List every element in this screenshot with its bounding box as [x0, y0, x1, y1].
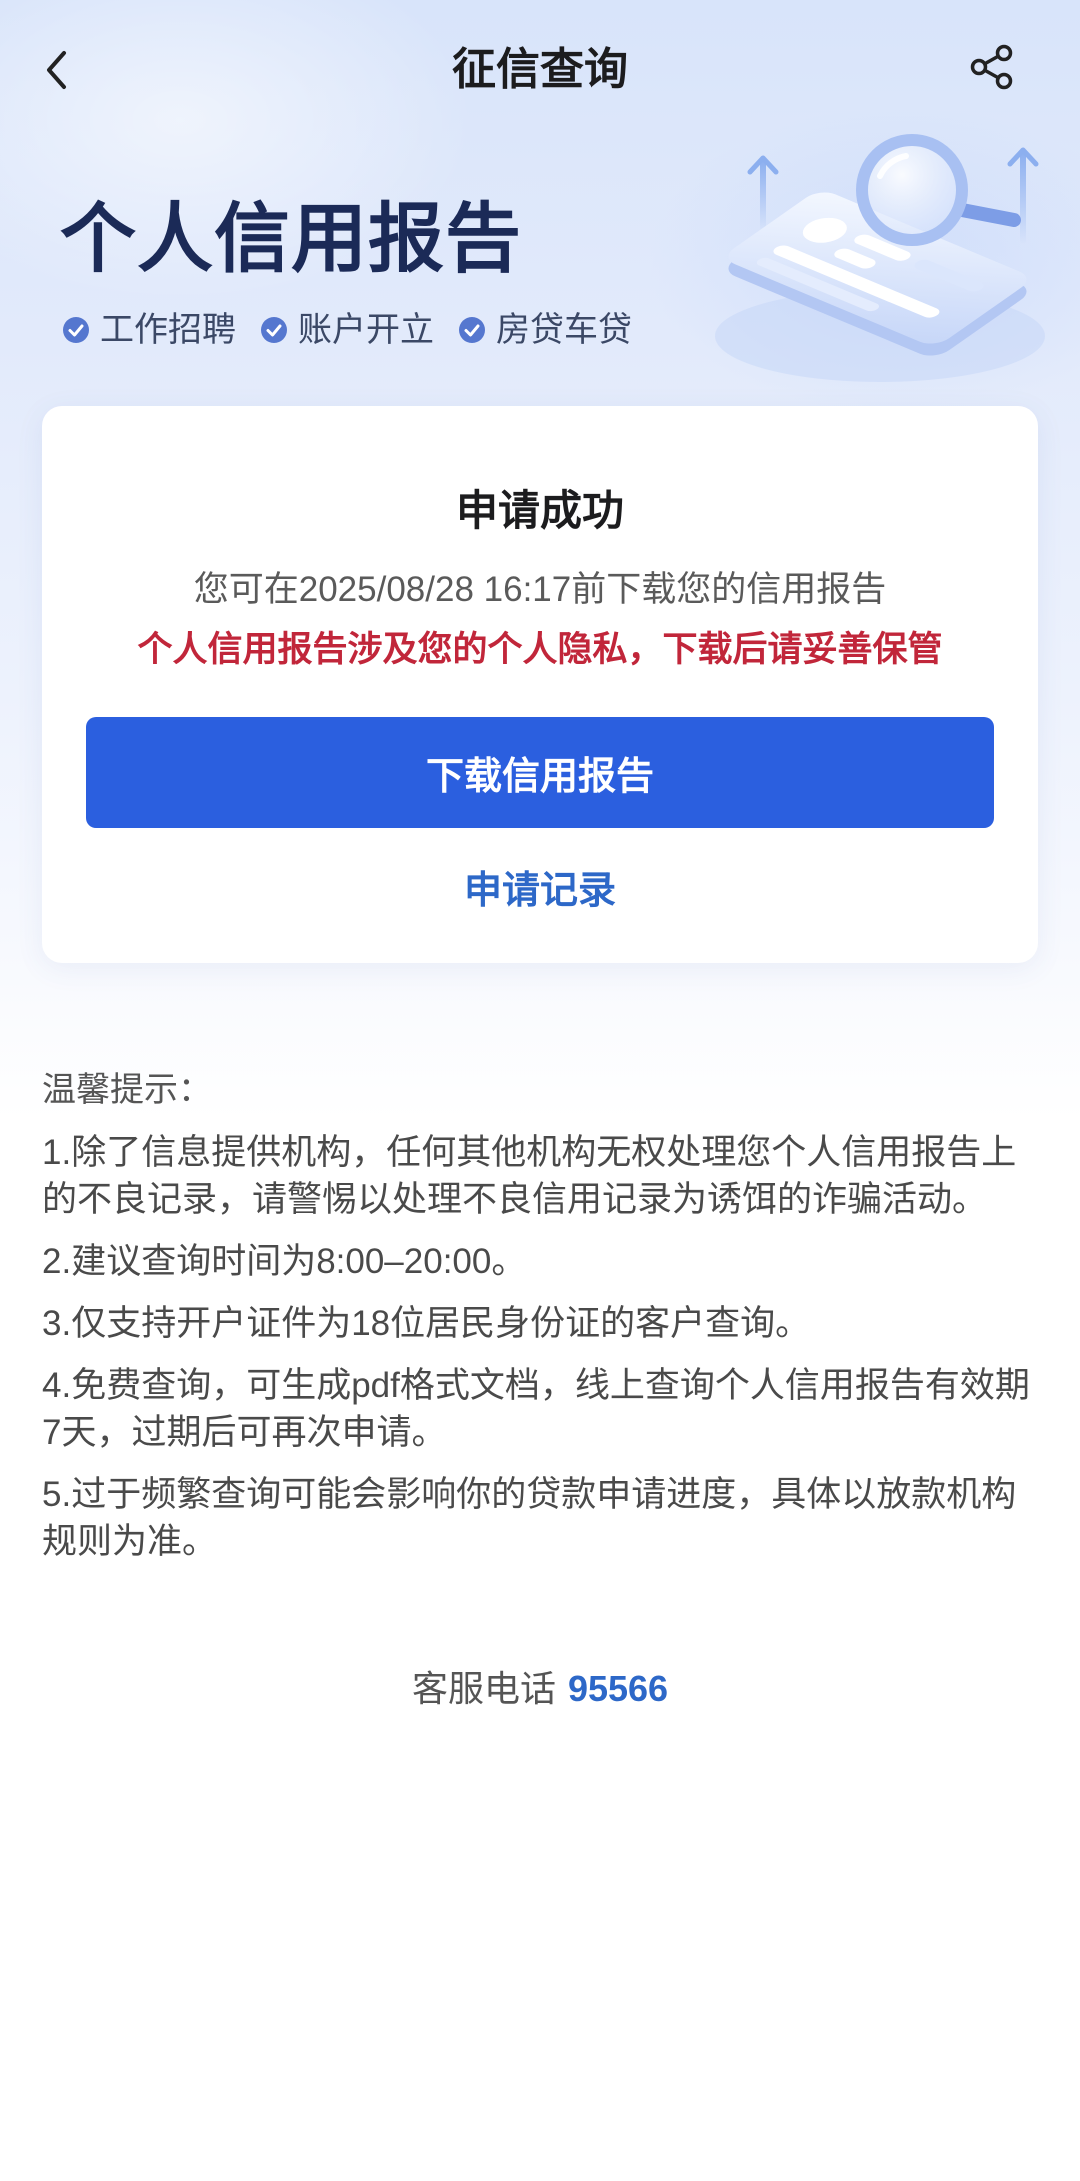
- credit-report-magnifier-illustration: [715, 134, 1045, 382]
- share-button[interactable]: [966, 41, 1018, 93]
- nav-bar: 征信查询: [0, 0, 1080, 140]
- tip-item: 4.免费查询，可生成pdf格式文档，线上查询个人信用报告有效期7天，过期后可再次…: [42, 1366, 1030, 1452]
- tip-item: 5.过于频繁查询可能会影响你的贷款申请进度，具体以放款机构规则为准。: [42, 1475, 1017, 1561]
- tip-item: 3.仅支持开户证件为18位居民身份证的客户查询。: [42, 1304, 811, 1343]
- tag-label: 账户开立: [298, 311, 434, 349]
- download-deadline-text: 您可在2025/08/28 16:17前下载您的信用报告: [193, 570, 887, 609]
- tag-loan: 房贷车贷: [458, 306, 632, 354]
- tips-heading: 温馨提示：: [42, 1071, 212, 1109]
- records-link-wrap: 申请记录: [42, 863, 1038, 919]
- report-heading: 个人信用报告: [60, 197, 522, 282]
- up-arrow-icon: [747, 155, 779, 232]
- check-circle-icon: [63, 317, 89, 343]
- tag-label: 工作招聘: [100, 311, 236, 349]
- service-label: 客服电话: [411, 1668, 556, 1709]
- up-arrow-icon: [1007, 147, 1039, 244]
- tag-job: 工作招聘: [62, 306, 236, 354]
- magnifier-icon: [856, 134, 1021, 246]
- status-title: 申请成功: [455, 487, 624, 534]
- customer-service: 客服电话 95566: [0, 1665, 1080, 1713]
- feature-tags: 工作招聘 账户开立 房贷车贷: [62, 306, 656, 354]
- tip-item: 2.建议查询时间为8:00–20:00。: [42, 1242, 527, 1281]
- tip-item: 1.除了信息提供机构，任何其他机构无权处理您个人信用报告上的不良记录，请警惕以处…: [42, 1133, 1017, 1219]
- privacy-warning: 个人信用报告涉及您的个人隐私，下载后请妥善保管: [137, 630, 943, 669]
- share-icon: [970, 44, 1013, 90]
- tag-account: 账户开立: [260, 306, 434, 354]
- check-circle-icon: [459, 317, 485, 343]
- application-records-link[interactable]: 申请记录: [464, 863, 616, 919]
- tips-list: 1.除了信息提供机构，任何其他机构无权处理您个人信用报告上的不良记录，请警惕以处…: [42, 1129, 1042, 1580]
- download-report-button[interactable]: 下载信用报告: [86, 717, 994, 828]
- service-phone-link[interactable]: 95566: [568, 1668, 668, 1709]
- page-title: 征信查询: [452, 45, 628, 94]
- tag-label: 房贷车贷: [496, 311, 632, 349]
- check-circle-icon: [261, 317, 287, 343]
- result-card: 申请成功 您可在2025/08/28 16:17前下载您的信用报告 个人信用报告…: [42, 406, 1038, 963]
